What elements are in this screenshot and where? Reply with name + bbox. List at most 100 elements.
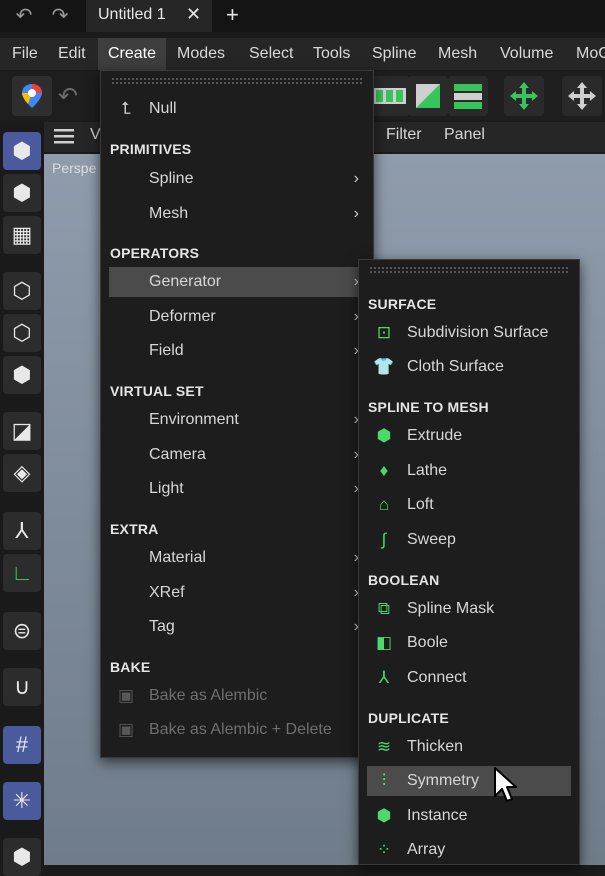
menu-mograph[interactable]: MoG: [566, 38, 605, 70]
section-surface: SURFACE: [368, 296, 437, 312]
section-extra: EXTRA: [110, 521, 159, 537]
menu-create[interactable]: Create: [98, 38, 167, 70]
create-deformer-label: Deformer: [149, 308, 216, 325]
points-mode-icon[interactable]: ⬡: [3, 272, 41, 310]
subdivision-surface-label: Subdivision Surface: [407, 324, 549, 341]
create-xref-item[interactable]: XRef ›: [109, 578, 365, 608]
bake-alembic-delete-label: Bake as Alembic + Delete: [149, 721, 332, 738]
create-field-label: Field: [149, 342, 184, 359]
sweep-item[interactable]: ∫ Sweep: [367, 525, 571, 555]
undo-toolbar-icon[interactable]: ↶: [58, 82, 78, 111]
create-mesh-item[interactable]: Mesh ›: [109, 199, 365, 229]
extrude-item[interactable]: ⬢ Extrude: [367, 421, 571, 451]
create-light-item[interactable]: Light ›: [109, 474, 365, 504]
cloth-surface-item[interactable]: 👕 Cloth Surface: [367, 352, 571, 382]
create-environment-item[interactable]: Environment ›: [109, 405, 365, 435]
grid-lock-icon[interactable]: #: [3, 726, 41, 764]
spline-mask-label: Spline Mask: [407, 600, 495, 617]
submenu-arrow-icon: ›: [353, 170, 359, 187]
close-tab-icon[interactable]: ✕: [186, 4, 201, 25]
render-active-view-button[interactable]: [408, 76, 448, 116]
create-tag-label: Tag: [149, 618, 175, 635]
left-palette: ⬢ ⬢ ▦ ⬡ ⬡ ⬢ ◪ ◈ ⅄ ∟ ⊜ ∪ # ✳ ⬢: [0, 122, 44, 876]
maps-tool-button[interactable]: [12, 76, 52, 116]
array-item[interactable]: ⁘ Array: [367, 835, 571, 865]
workplane-icon[interactable]: ∟: [3, 554, 41, 592]
thicken-item[interactable]: ≋ Thicken: [367, 732, 571, 762]
move-arrows-icon: [510, 82, 538, 110]
menu-grip-handle[interactable]: [369, 266, 569, 274]
new-tab-icon[interactable]: +: [226, 2, 239, 28]
menu-edit[interactable]: Edit: [48, 38, 96, 70]
boole-item[interactable]: ◧ Boole: [367, 628, 571, 658]
symmetry-icon: ⫶: [381, 771, 387, 790]
create-tag-item[interactable]: Tag ›: [109, 612, 365, 642]
instance-cubes-icon: ⬢: [376, 806, 392, 825]
render-settings-button[interactable]: [448, 76, 488, 116]
instance-item[interactable]: ⬢ Instance: [367, 801, 571, 831]
render-region-button[interactable]: [370, 76, 410, 116]
menu-grip-handle[interactable]: [111, 77, 363, 85]
sweep-icon: ∫: [381, 530, 387, 549]
render-settings-icon: [454, 84, 482, 109]
viewport-camera-label: Perspe: [52, 160, 97, 176]
menu-volume[interactable]: Volume: [490, 38, 563, 70]
document-tab[interactable]: Untitled 1 ✕: [86, 0, 212, 32]
subdivision-surface-item[interactable]: ⊡ Subdivision Surface: [367, 318, 571, 348]
quantize-icon[interactable]: ✳: [3, 782, 41, 820]
texture-mode-icon[interactable]: ◈: [3, 454, 41, 492]
null-icon: ⮤: [120, 99, 132, 118]
viewport-panel-menu[interactable]: Panel: [444, 126, 485, 144]
section-duplicate: DUPLICATE: [368, 710, 449, 726]
boole-label: Boole: [407, 634, 448, 651]
menu-tools[interactable]: Tools: [303, 38, 360, 70]
create-xref-label: XRef: [149, 584, 185, 601]
section-bake: BAKE: [110, 659, 151, 675]
sweep-label: Sweep: [407, 531, 456, 548]
symmetry-item[interactable]: ⫶ Symmetry: [367, 766, 571, 796]
title-bar: ↶ ↷ Untitled 1 ✕ +: [0, 0, 605, 32]
menu-file[interactable]: File: [2, 38, 48, 70]
instance-label: Instance: [407, 807, 468, 824]
undo-icon[interactable]: ↶: [12, 4, 36, 28]
loft-item[interactable]: ⌂ Loft: [367, 490, 571, 520]
section-boolean: BOOLEAN: [368, 572, 440, 588]
connect-item[interactable]: ⅄ Connect: [367, 663, 571, 693]
axis-icon[interactable]: ⅄: [3, 512, 41, 550]
create-null-item[interactable]: ⮤ Null: [109, 94, 365, 124]
menu-mesh[interactable]: Mesh: [428, 38, 487, 70]
object-mode-icon[interactable]: ⬢: [3, 174, 41, 212]
create-environment-label: Environment: [149, 411, 239, 428]
boole-icon: ◧: [375, 633, 393, 652]
create-generator-item[interactable]: Generator ›: [109, 267, 365, 297]
menu-modes[interactable]: Modes: [167, 38, 235, 70]
animation-mode-icon[interactable]: ▦: [3, 216, 41, 254]
move-tool-button[interactable]: [504, 76, 544, 116]
create-camera-item[interactable]: Camera ›: [109, 440, 365, 470]
menu-spline[interactable]: Spline: [362, 38, 426, 70]
hamburger-icon[interactable]: [54, 128, 74, 144]
uv-mode-icon[interactable]: ◪: [3, 412, 41, 450]
polygons-mode-icon[interactable]: ⬢: [3, 356, 41, 394]
lathe-item[interactable]: ♦ Lathe: [367, 456, 571, 486]
connect-icon: ⅄: [378, 668, 390, 687]
redo-icon[interactable]: ↷: [48, 4, 72, 28]
solo-icon[interactable]: ⊜: [3, 612, 41, 650]
spline-mask-item[interactable]: ⧉ Spline Mask: [367, 594, 571, 624]
edges-mode-icon[interactable]: ⬡: [3, 314, 41, 352]
create-spline-item[interactable]: Spline ›: [109, 164, 365, 194]
create-spline-label: Spline: [149, 170, 194, 187]
film-clapper-icon: ▣: [117, 720, 135, 739]
menu-select[interactable]: Select: [239, 38, 303, 70]
lathe-label: Lathe: [407, 462, 448, 479]
cube-icon[interactable]: ⬢: [3, 838, 41, 876]
create-material-item[interactable]: Material ›: [109, 543, 365, 573]
model-mode-icon[interactable]: ⬢: [3, 132, 41, 170]
lathe-icon: ♦: [379, 461, 389, 480]
create-field-item[interactable]: Field ›: [109, 336, 365, 366]
create-deformer-item[interactable]: Deformer ›: [109, 302, 365, 332]
scale-tool-button[interactable]: [562, 76, 602, 116]
create-generator-label: Generator: [149, 273, 222, 290]
viewport-filter-menu[interactable]: Filter: [386, 126, 422, 144]
snap-magnet-icon[interactable]: ∪: [3, 668, 41, 706]
